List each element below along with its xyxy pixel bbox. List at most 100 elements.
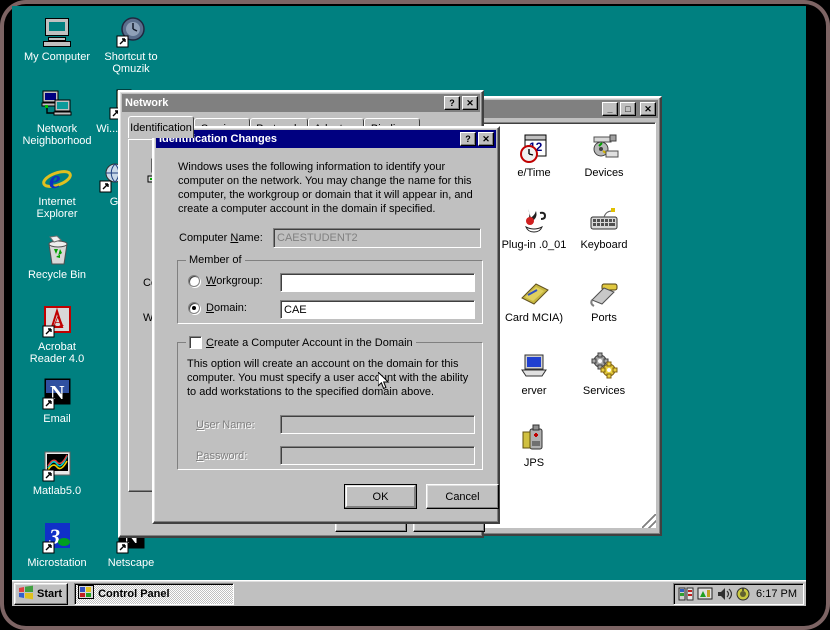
desktop-icon-email[interactable]: N Email <box>20 378 94 425</box>
taskbar[interactable]: Start Control Panel <box>12 580 806 606</box>
cp-item-server[interactable]: erver <box>496 351 572 397</box>
minimize-button[interactable]: _ <box>602 102 618 116</box>
workgroup-input[interactable] <box>280 273 475 292</box>
cp-item-ups[interactable]: JPS <box>496 423 572 469</box>
desktop-icon-label: Internet Explorer <box>20 196 94 220</box>
recycle-bin-icon <box>41 234 73 266</box>
desktop-icon-label: Shortcut to Qmuzik <box>94 51 168 75</box>
create-account-checkbox[interactable] <box>189 336 202 349</box>
cancel-button[interactable]: Cancel <box>426 484 499 509</box>
tab-identification[interactable]: Identification <box>128 116 194 138</box>
devices-icon <box>588 133 620 165</box>
keyboard-icon <box>588 205 620 237</box>
close-icon[interactable]: ✕ <box>462 96 478 110</box>
screen: My Computer Shortcut to Qmuzik <box>0 0 830 630</box>
identification-changes-dialog[interactable]: Identification Changes ? ✕ Windows uses … <box>152 126 500 524</box>
cp-item-label: Plug-in .0_01 <box>502 239 567 251</box>
cp-item-devices[interactable]: Devices <box>566 133 642 179</box>
desktop-icon-label: Email <box>20 413 94 425</box>
desktop-icon-label: My Computer <box>20 51 94 63</box>
desktop[interactable]: My Computer Shortcut to Qmuzik <box>12 6 806 580</box>
start-button[interactable]: Start <box>14 583 68 605</box>
create-account-description: This option will create an account on th… <box>187 357 473 399</box>
radio-indicator[interactable] <box>188 302 200 314</box>
create-account-checkbox-row[interactable]: Create a Computer Account in the Domain <box>186 336 416 349</box>
cp-item-ports[interactable]: Ports <box>566 278 642 324</box>
user-name-label: User Name: <box>196 419 255 431</box>
radio-indicator[interactable] <box>188 275 200 287</box>
start-button-label: Start <box>37 588 62 600</box>
task-button-control-panel[interactable]: Control Panel <box>74 583 234 605</box>
workgroup-label: Workgroup: <box>206 275 263 287</box>
desktop-icon-my-computer[interactable]: My Computer <box>20 16 94 63</box>
desktop-icon-microstation[interactable]: 3 Microstation <box>20 522 94 569</box>
domain-input[interactable]: CAE <box>280 300 475 319</box>
cp-item-java-plugin[interactable]: Plug-in .0_01 <box>496 205 572 251</box>
desktop-icon-label: Network Neighborhood <box>20 123 94 147</box>
desktop-icon-matlab[interactable]: Matlab5.0 <box>20 450 94 497</box>
desktop-icon-network-neighborhood[interactable]: Network Neighborhood <box>20 88 94 147</box>
help-button[interactable]: ? <box>460 132 476 146</box>
pc-card-icon <box>518 278 550 310</box>
help-button[interactable]: ? <box>444 96 460 110</box>
computer-icon <box>41 16 73 48</box>
desktop-icon-label: Matlab5.0 <box>20 485 94 497</box>
system-tray[interactable]: 6:17 PM <box>673 583 804 605</box>
dialog-description: Windows uses the following information t… <box>178 160 480 216</box>
cp-item-label: Card MCIA) <box>505 312 563 324</box>
svg-text:e: e <box>49 165 61 193</box>
maximize-button[interactable]: □ <box>620 102 636 116</box>
clock[interactable]: 6:17 PM <box>754 588 799 600</box>
java-icon <box>518 205 550 237</box>
network-titlebar[interactable]: Network ? ✕ <box>122 94 480 112</box>
cp-item-label: erver <box>521 385 546 397</box>
desktop-icon-label: Netscape <box>94 557 168 569</box>
ok-button[interactable]: OK <box>344 484 417 509</box>
clock-shortcut-icon <box>115 16 147 48</box>
cp-item-label: JPS <box>524 457 544 469</box>
desktop-icon-shortcut-qmuzik[interactable]: Shortcut to Qmuzik <box>94 16 168 75</box>
netscape-mail-icon: N <box>41 378 73 410</box>
cp-item-date-time[interactable]: 12 e/Time <box>496 133 572 179</box>
desktop-icon-label: Microstation <box>20 557 94 569</box>
volume-icon[interactable] <box>716 586 732 602</box>
cp-item-keyboard[interactable]: Keyboard <box>566 205 642 251</box>
resize-grip[interactable] <box>642 514 656 528</box>
desktop-icon-label: Recycle Bin <box>20 269 94 281</box>
cancel-button-label: Cancel <box>445 491 479 503</box>
task-button-label: Control Panel <box>98 588 170 600</box>
network-status-icon[interactable] <box>678 586 694 602</box>
task-list[interactable]: Control Panel <box>72 583 673 605</box>
cp-item-label: Keyboard <box>580 239 627 251</box>
close-icon[interactable]: ✕ <box>478 132 494 146</box>
cp-item-label: e/Time <box>517 167 550 179</box>
network-icon <box>41 88 73 120</box>
display-icon[interactable] <box>697 586 713 602</box>
create-account-label: Create a Computer Account in the Domain <box>206 337 413 349</box>
acrobat-icon: A <box>41 306 73 338</box>
matlab-icon <box>41 450 73 482</box>
cp-item-pc-card[interactable]: Card MCIA) <box>496 278 572 324</box>
windows-logo-icon <box>18 585 34 603</box>
workgroup-radio[interactable]: Workgroup: <box>188 275 263 287</box>
password-input <box>280 446 475 465</box>
desktop-icon-internet-explorer[interactable]: e Internet Explorer <box>20 161 94 220</box>
computer-name-label: Computer Name: <box>179 232 263 244</box>
ie-icon: e <box>41 161 73 193</box>
ports-icon <box>588 278 620 310</box>
close-icon[interactable]: ✕ <box>640 102 656 116</box>
server-icon <box>518 351 550 383</box>
password-label: Password: <box>196 450 247 462</box>
power-icon[interactable] <box>735 586 751 602</box>
desktop-icon-recycle-bin[interactable]: Recycle Bin <box>20 234 94 281</box>
identification-changes-title: Identification Changes <box>159 133 458 145</box>
member-of-label: Member of <box>186 254 245 266</box>
cp-item-services[interactable]: Services <box>566 351 642 397</box>
ups-icon <box>518 423 550 455</box>
domain-radio[interactable]: Domain: <box>188 302 247 314</box>
network-title: Network <box>125 97 442 109</box>
desktop-icon-acrobat-reader[interactable]: A Acrobat Reader 4.0 <box>20 306 94 365</box>
identification-changes-titlebar[interactable]: Identification Changes ? ✕ <box>156 130 496 148</box>
cp-item-label: Devices <box>584 167 623 179</box>
computer-name-input: CAESTUDENT2 <box>273 228 481 248</box>
